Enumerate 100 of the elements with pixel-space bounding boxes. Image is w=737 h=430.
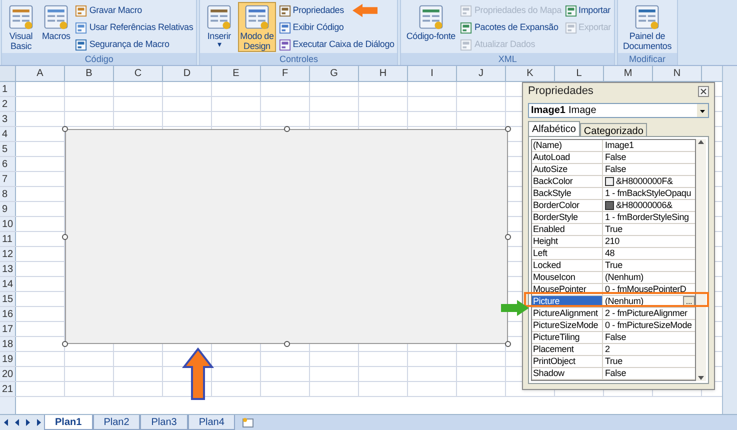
row-header[interactable]: 8 — [0, 187, 16, 201]
resize-handle[interactable] — [62, 126, 68, 132]
column-header[interactable]: H — [359, 66, 408, 81]
property-name[interactable]: BorderColor — [532, 200, 603, 211]
ribbon-button[interactable]: Inserir ▾ — [203, 2, 236, 52]
property-value[interactable]: 1 - fmBorderStyleSing — [603, 212, 689, 223]
property-value[interactable]: 1 - fmBackStyleOpaqu — [603, 188, 692, 199]
row-header[interactable]: 20 — [0, 367, 16, 381]
resize-handle[interactable] — [505, 126, 511, 132]
ribbon-menu-button[interactable]: Executar Caixa de Diálogo — [278, 37, 394, 52]
property-value[interactable]: 210 — [603, 236, 620, 247]
sheet-tab[interactable]: Plan3 — [140, 415, 188, 430]
ribbon-button[interactable]: Modo de Design — [238, 2, 276, 52]
property-name[interactable]: MouseIcon — [532, 272, 603, 283]
column-header[interactable]: D — [163, 66, 212, 81]
row-header[interactable]: 4 — [0, 127, 16, 141]
column-header[interactable]: G — [310, 66, 359, 81]
resize-handle[interactable] — [505, 234, 511, 240]
ribbon-menu-button[interactable]: Exibir Código — [278, 20, 394, 35]
property-value[interactable]: True — [603, 356, 622, 367]
ribbon-menu-button[interactable]: Propriedades — [278, 3, 394, 18]
column-header[interactable]: E — [212, 66, 261, 81]
column-header[interactable]: I — [408, 66, 457, 81]
property-name[interactable]: PictureAlignment — [532, 308, 603, 319]
ribbon-menu-button[interactable]: Segurança de Macro — [75, 37, 194, 52]
column-header[interactable]: L — [555, 66, 604, 81]
vertical-scrollbar[interactable] — [722, 66, 737, 414]
property-value[interactable]: &H8000000F& — [614, 176, 673, 187]
scroll-up-icon[interactable] — [697, 139, 705, 145]
sheet-tab[interactable]: Plan1 — [44, 415, 93, 430]
column-header[interactable]: C — [114, 66, 163, 81]
property-name[interactable]: BorderStyle — [532, 212, 603, 223]
resize-handle[interactable] — [284, 341, 290, 347]
row-header[interactable]: 3 — [0, 112, 16, 126]
row-header[interactable]: 12 — [0, 247, 16, 261]
property-value[interactable]: 0 - fmMousePointerD — [603, 284, 686, 295]
row-header[interactable]: 13 — [0, 262, 16, 276]
resize-handle[interactable] — [505, 341, 511, 347]
property-value[interactable]: 0 - fmPictureSizeMode — [603, 320, 692, 331]
resize-handle[interactable] — [62, 234, 68, 240]
property-name[interactable]: Shadow — [532, 368, 603, 379]
property-name[interactable]: Left — [532, 248, 603, 259]
ribbon-button[interactable]: Visual Basic — [5, 2, 37, 52]
object-selector[interactable]: Image1 Image — [528, 103, 709, 118]
row-header[interactable]: 2 — [0, 97, 16, 111]
property-name[interactable]: BackStyle — [532, 188, 603, 199]
property-name[interactable]: Placement — [532, 344, 603, 355]
row-header[interactable]: 15 — [0, 292, 16, 306]
column-header[interactable]: B — [65, 66, 114, 81]
property-name[interactable]: (Name) — [532, 140, 603, 151]
property-name[interactable]: MousePointer — [532, 284, 603, 295]
row-header[interactable]: 5 — [0, 142, 16, 156]
row-header[interactable]: 16 — [0, 307, 16, 321]
row-header[interactable]: 9 — [0, 202, 16, 216]
property-value[interactable]: False — [603, 332, 626, 343]
column-header[interactable]: J — [457, 66, 506, 81]
property-value[interactable]: False — [603, 152, 626, 163]
row-header[interactable]: 1 — [0, 82, 16, 96]
ribbon-menu-button[interactable]: Usar Referências Relativas — [75, 20, 194, 35]
row-header[interactable]: 19 — [0, 352, 16, 366]
property-name[interactable]: Locked — [532, 260, 603, 271]
row-header[interactable]: 11 — [0, 232, 16, 246]
sheet-tab[interactable]: Plan4 — [188, 415, 236, 430]
property-value[interactable]: (Nenhum) — [603, 272, 644, 283]
property-value[interactable]: False — [603, 368, 626, 379]
property-name[interactable]: PictureTiling — [532, 332, 603, 343]
property-value[interactable]: 48 — [603, 248, 615, 259]
scrollbar[interactable] — [696, 139, 706, 381]
ribbon-menu-button[interactable]: Gravar Macro — [75, 3, 194, 18]
column-header[interactable]: K — [506, 66, 555, 81]
row-header[interactable]: 7 — [0, 172, 16, 186]
property-name[interactable]: Enabled — [532, 224, 603, 235]
property-name[interactable]: AutoLoad — [532, 152, 603, 163]
ribbon-button[interactable]: Macros — [40, 2, 72, 52]
property-value[interactable]: 2 — [603, 344, 610, 355]
property-value[interactable]: Image1 — [603, 140, 634, 151]
property-name[interactable]: Height — [532, 236, 603, 247]
resize-handle[interactable] — [284, 126, 290, 132]
resize-handle[interactable] — [62, 341, 68, 347]
property-name[interactable]: PrintObject — [532, 356, 603, 367]
property-tab[interactable]: Categorizado — [580, 123, 648, 136]
sheet-tab[interactable]: Plan2 — [92, 415, 140, 430]
column-header[interactable]: M — [604, 66, 653, 81]
new-sheet-icon[interactable] — [241, 416, 256, 428]
row-header[interactable]: 18 — [0, 337, 16, 351]
property-value[interactable]: True — [603, 224, 622, 235]
property-value[interactable]: False — [603, 164, 626, 175]
scroll-down-icon[interactable] — [697, 375, 705, 381]
sheet-navigation[interactable] — [0, 415, 44, 430]
close-icon[interactable] — [698, 86, 709, 97]
property-value[interactable]: (Nenhum) — [603, 296, 644, 307]
column-header[interactable]: N — [653, 66, 702, 81]
column-header[interactable]: F — [261, 66, 310, 81]
ribbon-menu-button[interactable]: Importar — [564, 3, 611, 18]
ribbon-button[interactable]: Painel de Documentos — [620, 2, 674, 52]
ribbon-menu-button[interactable]: Pacotes de Expansão — [460, 20, 562, 35]
property-tab[interactable]: Alfabético — [528, 121, 580, 136]
property-value[interactable]: True — [603, 260, 622, 271]
row-header[interactable]: 6 — [0, 157, 16, 171]
property-value[interactable]: 2 - fmPictureAlignmer — [603, 308, 688, 319]
